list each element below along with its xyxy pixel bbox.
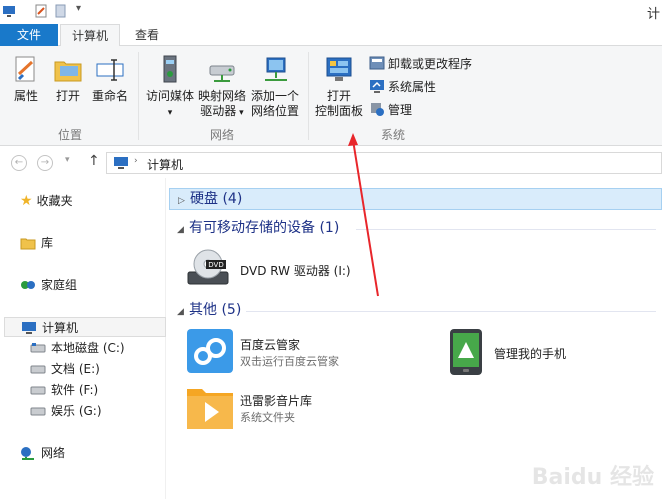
computer-icon[interactable] <box>2 4 16 18</box>
open-button[interactable]: 打开 <box>50 54 86 104</box>
control-panel-icon <box>326 57 352 81</box>
hard-drive-icon <box>30 407 46 416</box>
item-baidu-cloud[interactable]: 百度云管家 双击运行百度云管家 <box>186 328 416 376</box>
ribbon-tabs: 文件 计算机 查看 <box>0 24 662 47</box>
system-properties-button[interactable]: 系统属性 <box>369 78 436 96</box>
group-header-removable[interactable]: ◢ 有可移动存储的设备 (1) <box>169 218 339 240</box>
nav-item-favorites[interactable]: ★ 收藏夹 <box>20 191 73 211</box>
svg-text:DVD: DVD <box>208 261 223 269</box>
dvd-drive-icon: DVD <box>187 249 229 285</box>
group-header-other[interactable]: ◢ 其他 (5) <box>169 300 241 322</box>
forward-button[interactable]: → <box>37 155 53 171</box>
window-title: 计 <box>646 7 660 22</box>
item-xunlei-library[interactable]: 迅雷影音片库 系统文件夹 <box>186 384 416 432</box>
ribbon-separator <box>308 52 309 140</box>
add-network-location-button[interactable]: 添加一个 网络位置 <box>249 54 301 119</box>
network-drive-icon <box>209 65 235 82</box>
nav-item-drive-f[interactable]: 软件 (F:) <box>30 380 98 400</box>
hard-drive-icon <box>30 386 46 395</box>
watermark: Baidu 经验 <box>531 465 654 490</box>
group-label-network: 网络 <box>209 128 234 142</box>
address-bar[interactable]: › 计算机 <box>106 152 662 174</box>
breadcrumb-computer[interactable]: 计算机 <box>147 156 183 173</box>
new-folder-icon[interactable] <box>54 4 68 18</box>
computer-icon <box>114 157 128 169</box>
phone-icon <box>450 329 482 375</box>
group-header-hard-drives[interactable]: ▷ 硬盘 (4) <box>169 188 662 210</box>
recent-locations-chevron-icon[interactable]: ▾ <box>65 155 70 165</box>
add-network-location-icon <box>265 57 287 81</box>
nav-item-libraries[interactable]: 库 <box>20 233 53 253</box>
uninstall-program-button[interactable]: 卸载或更改程序 <box>369 55 472 73</box>
group-label-system: 系统 <box>380 128 405 142</box>
group-divider <box>246 311 656 312</box>
manage-button[interactable]: 管理 <box>369 101 412 119</box>
system-properties-icon <box>370 80 384 93</box>
tab-file[interactable]: 文件 <box>0 24 58 46</box>
content-pane: ▷ 硬盘 (4) ◢ 有可移动存储的设备 (1) DVD DVD RW 驱动器 (I… <box>166 178 662 499</box>
navigation-bar: ← → ▾ ↑ › 计算机 <box>0 146 662 178</box>
properties-icon[interactable] <box>34 4 48 18</box>
media-server-icon <box>163 55 177 83</box>
library-icon <box>20 238 36 250</box>
rename-button[interactable]: 重命名 <box>90 54 130 104</box>
dropdown-arrow-icon: ▾ <box>167 108 173 118</box>
collapse-icon: ◢ <box>177 225 184 235</box>
hard-drive-icon <box>30 343 46 353</box>
baidu-cloud-icon <box>187 329 233 373</box>
up-button[interactable]: ↑ <box>88 153 100 169</box>
nav-item-homegroup[interactable]: 家庭组 <box>20 275 77 295</box>
manage-icon <box>371 103 384 116</box>
tab-view[interactable]: 查看 <box>124 24 170 47</box>
nav-item-drive-e[interactable]: 文档 (E:) <box>30 359 100 379</box>
open-control-panel-button[interactable]: 打开 控制面板 <box>313 54 365 119</box>
xunlei-folder-icon <box>187 389 233 429</box>
uninstall-icon <box>369 56 385 70</box>
group-label-location: 位置 <box>57 128 82 142</box>
ribbon: 属性 打开 重命名 位置 访问媒体 ▾ 映射网络 驱动器 ▾ 添加一个 网络位置… <box>0 46 662 146</box>
star-icon: ★ <box>20 193 33 209</box>
nav-item-computer[interactable]: 计算机 <box>4 317 166 337</box>
tab-computer[interactable]: 计算机 <box>60 24 120 47</box>
collapse-icon: ◢ <box>177 307 184 317</box>
rename-icon <box>96 59 124 81</box>
homegroup-icon <box>21 281 35 289</box>
nav-item-drive-c[interactable]: 本地磁盘 (C:) <box>30 338 125 358</box>
navigation-pane: ★ 收藏夹 库 家庭组 计算机 本地磁盘 (C:) 文档 (E:) 软件 (F:)… <box>0 178 166 499</box>
breadcrumb-chevron-icon: › <box>134 156 138 166</box>
expand-icon: ▷ <box>178 196 185 206</box>
group-divider <box>356 229 656 230</box>
back-button[interactable]: ← <box>11 155 27 171</box>
nav-item-drive-g[interactable]: 娱乐 (G:) <box>30 401 102 421</box>
hard-drive-icon <box>30 365 46 374</box>
access-media-button[interactable]: 访问媒体 ▾ <box>143 54 197 121</box>
title-bar: ▾ 计 <box>0 0 662 24</box>
ribbon-separator <box>138 52 139 140</box>
properties-icon <box>15 56 35 82</box>
dropdown-arrow-icon: ▾ <box>236 108 244 118</box>
nav-item-network[interactable]: 网络 <box>20 443 65 463</box>
properties-button[interactable]: 属性 <box>6 54 46 104</box>
item-manage-phone[interactable]: 管理我的手机 <box>446 328 646 376</box>
customize-toolbar-chevron-icon[interactable]: ▾ <box>76 3 81 14</box>
network-icon <box>21 447 34 460</box>
open-folder-icon <box>54 61 82 82</box>
computer-icon <box>22 322 36 334</box>
map-network-drive-button[interactable]: 映射网络 驱动器 ▾ <box>197 54 247 121</box>
item-dvd-drive[interactable]: DVD DVD RW 驱动器 (I:) <box>186 248 426 292</box>
